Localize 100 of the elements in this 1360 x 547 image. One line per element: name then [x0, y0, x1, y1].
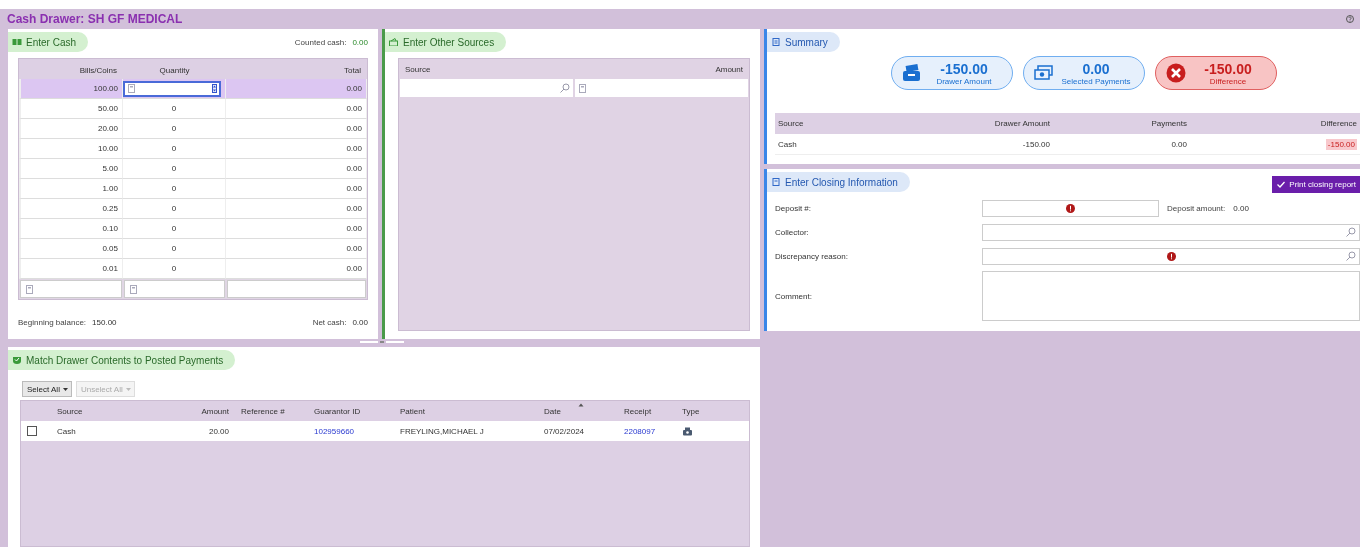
amount-field[interactable] [575, 79, 748, 97]
denomination-cell: 0.25 [19, 199, 123, 219]
amount-cell: 20.00 [151, 421, 235, 441]
search-icon [1345, 250, 1356, 262]
calculator-icon [25, 284, 34, 294]
quantity-cell: 0 [123, 239, 226, 259]
denomination-cell: 1.00 [19, 179, 123, 199]
column-header: Type [682, 406, 700, 416]
section-title: Enter Other Sources [403, 36, 495, 48]
quantity-field[interactable] [123, 80, 221, 97]
checkmark-icon [12, 356, 22, 364]
column-header: Payments [1053, 113, 1190, 134]
column-header: Receipt [624, 406, 652, 416]
denomination-cell: 10.00 [19, 139, 123, 159]
calculator-icon [127, 84, 136, 93]
tile-value: -150.00 [1204, 60, 1252, 77]
denomination-cell: 0.01 [19, 259, 123, 279]
source-field[interactable] [400, 79, 573, 97]
column-header: Amount [715, 64, 743, 74]
total-cell: 0.00 [226, 139, 367, 159]
select-all-button[interactable]: Select All [22, 381, 72, 397]
checkmark-icon [1277, 180, 1286, 188]
section-title: Summary [785, 36, 828, 48]
banknotes-icon [1034, 64, 1054, 82]
cash-register-icon [682, 426, 693, 436]
net-cash-value: 0.00 [352, 318, 368, 327]
total-cell: 0.00 [226, 179, 367, 199]
new-entry-field[interactable] [124, 280, 225, 298]
document-icon [771, 178, 781, 186]
beginning-balance-value: 150.00 [92, 318, 117, 327]
wallet-icon [389, 38, 399, 46]
source-cell: Cash [775, 134, 913, 155]
calculator-icon [129, 284, 138, 294]
total-cell: 0.00 [226, 159, 367, 179]
caret-icon [61, 385, 69, 393]
total-cell: 0.00 [226, 219, 367, 239]
new-entry-field[interactable] [20, 280, 122, 298]
tile-label: Drawer Amount [936, 76, 992, 86]
tile-value: 0.00 [1082, 60, 1110, 77]
tile-label: Selected Payments [1061, 76, 1131, 86]
quantity-cell: 0 [123, 259, 226, 279]
search-icon [1345, 226, 1356, 238]
beginning-balance-label: Beginning balance: [18, 318, 87, 327]
error-icon [1166, 63, 1186, 83]
caret-icon [124, 385, 132, 393]
section-title: Match Drawer Contents to Posted Payments [26, 354, 224, 366]
column-header: Reference # [241, 406, 285, 416]
input-field[interactable] [982, 247, 1360, 265]
field-label: Comment: [775, 290, 813, 303]
new-entry-field[interactable] [227, 280, 366, 298]
column-header: Source [775, 113, 913, 134]
quantity-cell: 0 [123, 199, 226, 219]
section-title: Enter Cash [26, 36, 77, 48]
column-header: Patient [400, 406, 425, 416]
required-icon [1066, 203, 1075, 213]
column-header: Drawer Amount [913, 113, 1053, 134]
tile-label: Difference [1209, 76, 1247, 86]
column-header: Difference [1190, 113, 1360, 134]
deposit-amount-value: 0.00 [1233, 203, 1249, 213]
denomination-cell: 100.00 [19, 79, 123, 99]
input-field[interactable] [982, 199, 1159, 217]
spinner-icon [212, 84, 217, 93]
total-cell: 0.00 [226, 99, 367, 119]
denomination-cell: 0.05 [19, 239, 123, 259]
difference-value: -150.00 [1325, 138, 1357, 150]
payments-cell: 0.00 [1053, 134, 1190, 155]
receipt-link[interactable]: 2208097 [618, 421, 676, 441]
cash-icon [12, 38, 22, 46]
window-title: Cash Drawer: SH GF MEDICAL [7, 12, 183, 26]
total-cell: 0.00 [226, 79, 367, 99]
total-cell: 0.00 [226, 239, 367, 259]
quantity-cell: 0 [123, 99, 226, 119]
column-header: Source [405, 64, 431, 74]
denomination-cell: 50.00 [19, 99, 123, 119]
column-header: Amount [201, 406, 229, 416]
required-icon [1166, 251, 1176, 261]
total-cell: 0.00 [226, 259, 367, 279]
sort-icon [578, 403, 584, 407]
patient-cell: FREYLING,MICHAEL J [394, 421, 538, 441]
help-icon [1346, 15, 1354, 23]
comment-field[interactable] [982, 271, 1360, 321]
denomination-cell: 5.00 [19, 159, 123, 179]
total-cell: 0.00 [226, 199, 367, 219]
field-label: Deposit #: [775, 202, 813, 215]
denomination-cell: 20.00 [19, 119, 123, 139]
quantity-cell: 0 [123, 119, 226, 139]
tile-value: -150.00 [940, 60, 988, 77]
column-header: Quantity [123, 59, 226, 81]
print-closing-report-button[interactable]: Print closing report [1272, 175, 1360, 193]
guarantor-id-link[interactable]: 102959660 [308, 421, 394, 441]
date-cell: 07/02/2024 [538, 421, 618, 441]
quantity-cell: 0 [123, 219, 226, 239]
column-header: Bills/Coins [19, 59, 123, 81]
input-field[interactable] [982, 223, 1360, 241]
splitter-handle-icon [360, 340, 404, 344]
quantity-cell: 0 [123, 159, 226, 179]
column-header: Date [544, 406, 561, 416]
row-checkbox[interactable] [27, 426, 37, 436]
list-icon [771, 38, 781, 46]
quantity-cell: 0 [123, 179, 226, 199]
